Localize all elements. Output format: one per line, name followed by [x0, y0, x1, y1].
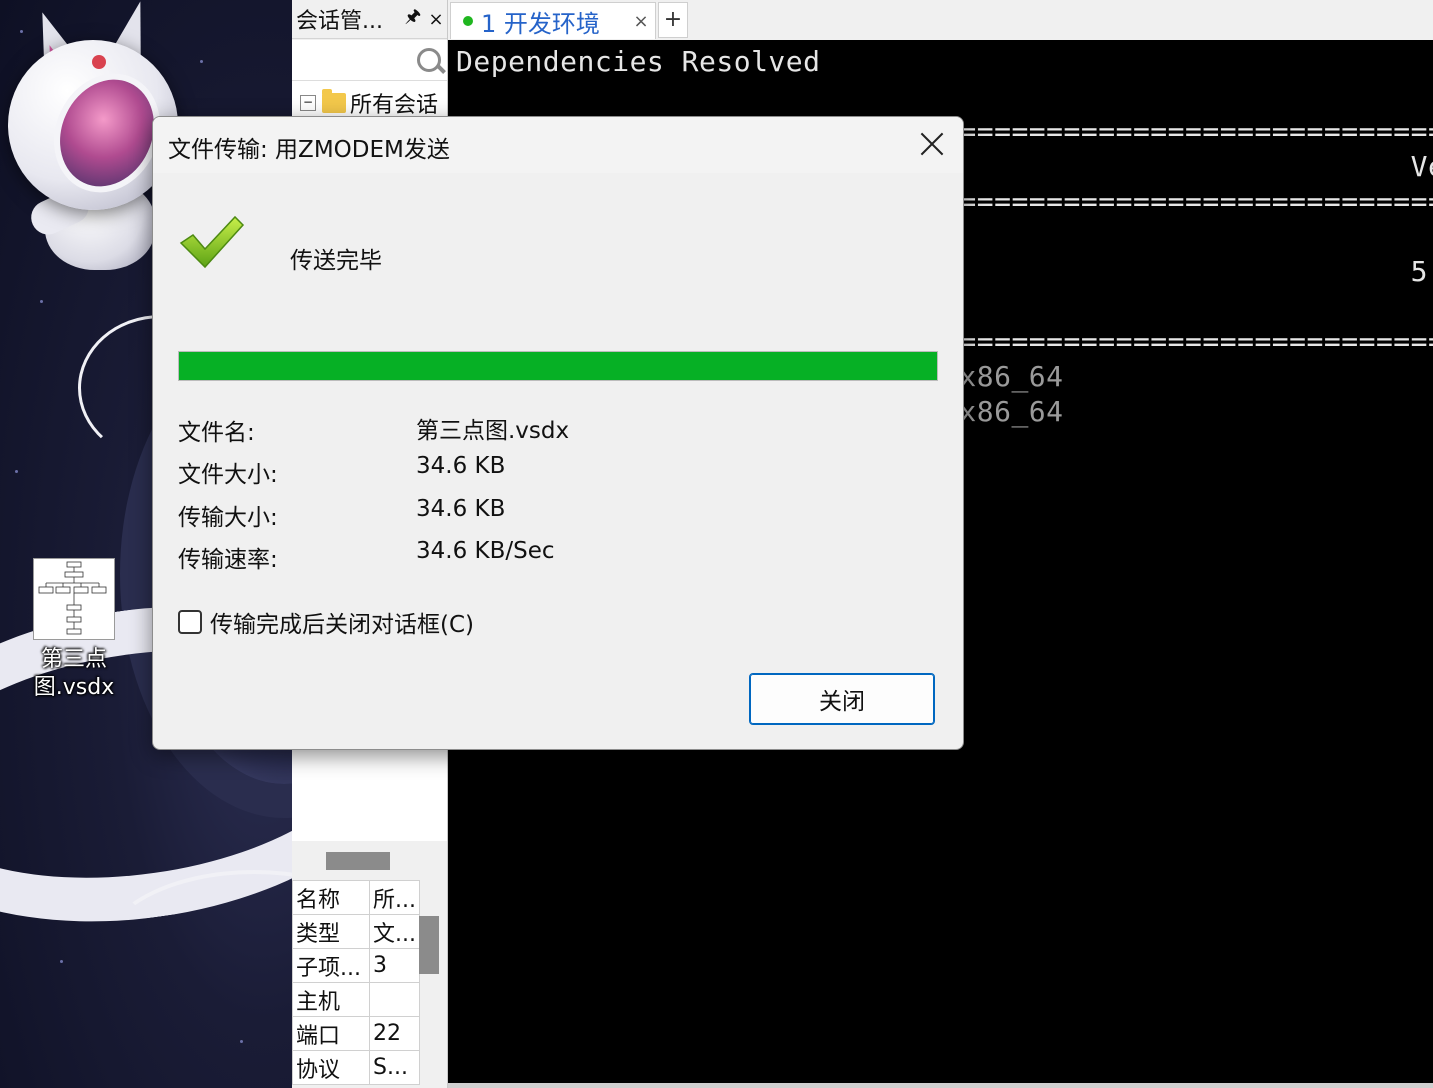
session-manager-title: 会话管...: [296, 9, 383, 34]
property-key: 子项...: [292, 948, 370, 983]
dialog-title: 文件传输: 用ZMODEM发送: [168, 137, 450, 163]
progress-fill: [179, 352, 937, 380]
session-manager-header: 会话管... 🖈 ×: [292, 0, 447, 39]
flowchart-thumbnail: [38, 561, 107, 635]
transfer-rate-value: 34.6 KB/Sec: [416, 538, 555, 564]
transfer-rate-label: 传输速率:: [178, 547, 278, 573]
folder-icon: [322, 89, 346, 113]
close-icon[interactable]: ×: [425, 9, 447, 30]
transfer-status: 传送完毕: [290, 248, 382, 274]
checkmark-icon: [179, 215, 245, 269]
astronaut-helmet-light: [92, 55, 106, 69]
terminal-tab-bar: 1 开发环境 × +: [448, 0, 1433, 41]
file-name-value: 第三点图.vsdx: [416, 418, 570, 444]
zmodem-transfer-dialog: 文件传输: 用ZMODEM发送 传送完毕 文件名: 第三点图.vsdx 文件大小…: [152, 116, 964, 750]
wallpaper-star: [60, 960, 63, 963]
file-size-value: 34.6 KB: [416, 453, 506, 479]
transferred-size-value: 34.6 KB: [416, 496, 506, 522]
dialog-close-icon[interactable]: [915, 127, 949, 161]
property-row: 协议 S...: [292, 1050, 420, 1085]
desktop-file-label: 第三点图.vsdx: [33, 647, 115, 700]
pin-icon[interactable]: 🖈: [401, 4, 425, 34]
close-after-transfer-option[interactable]: 传输完成后关闭对话框(C): [178, 605, 474, 639]
search-icon[interactable]: [417, 48, 441, 72]
wallpaper-star: [15, 470, 18, 473]
property-row: 子项... 3: [292, 948, 420, 983]
properties-table: 名称 所... 类型 文... 子项... 3 主机 端口 22 协议 S...: [292, 880, 420, 1085]
desktop-file-icon[interactable]: 第三点图.vsdx: [14, 555, 134, 702]
property-row: 主机: [292, 982, 420, 1017]
tab-dev-environment[interactable]: 1 开发环境 ×: [450, 2, 656, 39]
property-row: 端口 22: [292, 1016, 420, 1051]
property-value: 文...: [369, 914, 420, 949]
property-row: 类型 文...: [292, 914, 420, 949]
property-value: 所...: [369, 880, 420, 915]
property-key: 名称: [292, 880, 370, 915]
session-search-input[interactable]: [292, 40, 447, 81]
connection-status-icon: [463, 16, 473, 26]
close-after-transfer-label[interactable]: 传输完成后关闭对话框(C): [210, 605, 474, 639]
property-key: 主机: [292, 982, 370, 1017]
wallpaper-star: [40, 300, 43, 303]
property-value: 3: [369, 948, 420, 983]
transferred-size-label: 传输大小:: [178, 505, 278, 531]
properties-scrollbar-thumb[interactable]: [419, 916, 439, 974]
terminal-bottom-border: [448, 1083, 1433, 1088]
close-after-transfer-checkbox[interactable]: [178, 610, 202, 634]
new-tab-button[interactable]: +: [658, 2, 688, 38]
tree-horizontal-scrollbar[interactable]: [292, 845, 447, 877]
property-value: [369, 982, 420, 1017]
scrollbar-thumb[interactable]: [326, 852, 390, 870]
tree-node-label: 所有会话: [350, 93, 439, 118]
session-properties: 名称 所... 类型 文... 子项... 3 主机 端口 22 协议 S...: [292, 880, 447, 1088]
terminal-line: Dependencies Resolved: [456, 45, 821, 78]
tab-close-icon[interactable]: ×: [627, 11, 655, 32]
wallpaper-star: [240, 1040, 243, 1043]
wallpaper-star: [200, 60, 203, 63]
file-name-label: 文件名:: [178, 420, 255, 446]
property-row: 名称 所...: [292, 880, 420, 915]
tree-collapse-icon[interactable]: −: [300, 95, 316, 111]
tab-label: 1 开发环境: [481, 9, 600, 38]
property-value: 22: [369, 1016, 420, 1051]
property-key: 类型: [292, 914, 370, 949]
vsdx-file-thumbnail-icon: [33, 558, 115, 640]
tree-node-all-sessions[interactable]: − 所有会话: [300, 87, 438, 119]
dialog-titlebar: 文件传输: 用ZMODEM发送: [153, 117, 963, 173]
property-value: S...: [369, 1050, 420, 1085]
transfer-progress-bar: [178, 351, 938, 381]
property-key: 协议: [292, 1050, 370, 1085]
close-button[interactable]: 关闭: [749, 673, 935, 725]
property-key: 端口: [292, 1016, 370, 1051]
file-size-label: 文件大小:: [178, 462, 278, 488]
